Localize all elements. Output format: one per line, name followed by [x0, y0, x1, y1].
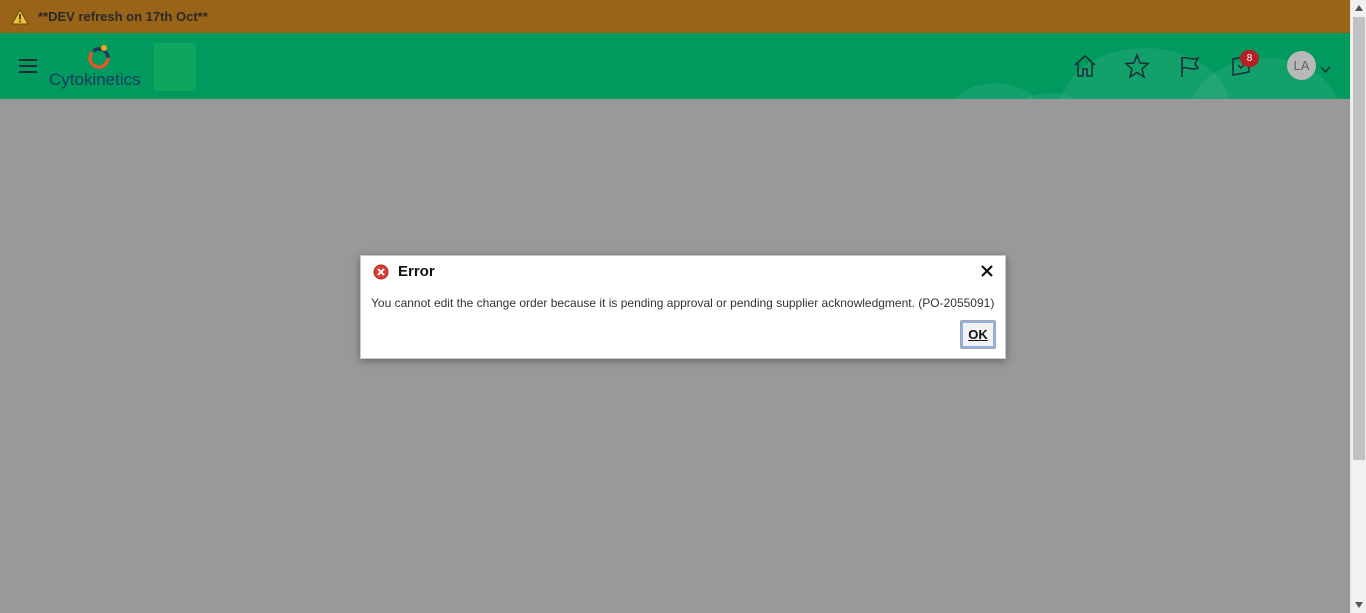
- app-header: Cytokinetics 8 LA: [0, 33, 1350, 99]
- user-avatar[interactable]: LA: [1287, 51, 1316, 80]
- scroll-up-arrow-icon[interactable]: [1351, 0, 1366, 16]
- dialog-title: Error: [398, 263, 435, 280]
- brand-logo[interactable]: Cytokinetics: [48, 41, 158, 91]
- warning-icon: [11, 8, 29, 25]
- scroll-down-arrow-icon[interactable]: [1351, 597, 1366, 613]
- home-icon[interactable]: [1072, 53, 1098, 79]
- header-decoration: [1190, 58, 1340, 99]
- error-dialog: Error You cannot edit the change order b…: [360, 255, 1006, 359]
- notification-count-badge: 8: [1240, 50, 1259, 67]
- ok-button[interactable]: OK: [960, 320, 996, 349]
- close-icon[interactable]: [980, 264, 994, 278]
- logo-placeholder-block: [154, 43, 196, 91]
- dialog-message: You cannot edit the change order because…: [371, 296, 995, 310]
- favorites-star-icon[interactable]: [1124, 52, 1150, 79]
- menu-icon[interactable]: [16, 55, 40, 77]
- dev-warning-banner: **DEV refresh on 17th Oct**: [0, 0, 1350, 33]
- brand-name: Cytokinetics: [49, 70, 141, 89]
- scrollbar-thumb[interactable]: [1353, 17, 1365, 460]
- flag-icon[interactable]: [1177, 53, 1203, 79]
- banner-text: **DEV refresh on 17th Oct**: [38, 9, 208, 24]
- chevron-down-icon[interactable]: [1320, 61, 1331, 74]
- error-icon: [373, 264, 389, 280]
- page-scrollbar[interactable]: [1350, 0, 1366, 613]
